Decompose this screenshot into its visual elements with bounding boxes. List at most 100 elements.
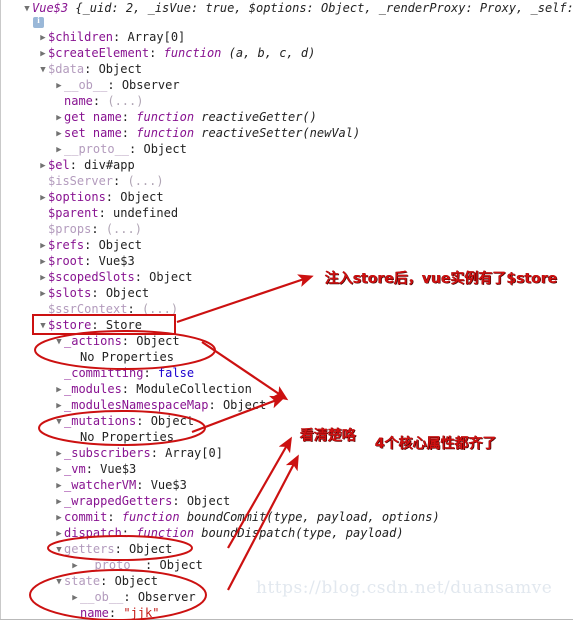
property-row[interactable]: ▶ _watcherVM: Vue$3: [0, 477, 187, 493]
property-row[interactable]: ▶ $createElement: function (a, b, c, d): [0, 45, 315, 61]
property-row[interactable]: ▶ __ob__: Observer: [0, 77, 179, 94]
chevron-right-icon[interactable]: ▶: [70, 590, 80, 606]
property-row[interactable]: ▶ dispatch: function boundDispatch(type, …: [0, 525, 403, 542]
property-separator: :: [98, 206, 114, 220]
property-key: set name: [64, 126, 122, 140]
property-row[interactable]: ▶ _wrappedGetters: Object: [0, 493, 230, 509]
info-icon[interactable]: [33, 15, 44, 28]
property-separator: :: [92, 94, 108, 108]
property-key: $slots: [48, 286, 92, 300]
property-row[interactable]: ▶$parent: undefined: [0, 205, 178, 221]
chevron-down-icon[interactable]: ▼: [38, 62, 48, 78]
chevron-right-icon[interactable]: ▶: [54, 78, 64, 94]
property-row[interactable]: ▶ $options: Object: [0, 189, 164, 206]
property-row[interactable]: ▼ _actions: Object: [0, 333, 179, 350]
object-header-preview: {_uid: 2, _isVue: true, $options: Object…: [68, 1, 573, 15]
chevron-right-icon[interactable]: ▶: [54, 446, 64, 462]
annotation-note-store: 注入store后，vue实例有了$store: [325, 271, 558, 287]
property-row[interactable]: ▶ _modulesNamespaceMap: Object: [0, 397, 266, 413]
property-row[interactable]: ▶$props: (...): [0, 221, 142, 237]
chevron-right-icon[interactable]: ▶: [38, 190, 48, 206]
property-value: (...): [127, 174, 164, 188]
property-value: (...): [105, 222, 142, 236]
property-row[interactable]: ▶ $el: div#app: [0, 157, 134, 174]
property-key: _subscribers: [64, 446, 151, 460]
chevron-right-icon[interactable]: ▶: [54, 110, 64, 126]
chevron-right-icon[interactable]: ▶: [54, 142, 64, 158]
chevron-right-icon[interactable]: ▶: [54, 510, 64, 526]
chevron-right-icon[interactable]: ▶: [54, 478, 64, 494]
property-separator: :: [150, 446, 166, 460]
chevron-down-icon[interactable]: ▼: [54, 542, 64, 558]
property-value: Object: [105, 286, 150, 300]
chevron-right-icon[interactable]: ▶: [54, 126, 64, 142]
property-key: name: [64, 94, 93, 108]
property-row[interactable]: ▶ _modules: ModuleCollection: [0, 381, 252, 397]
chevron-right-icon[interactable]: ▶: [54, 398, 64, 414]
chevron-right-icon[interactable]: ▶: [38, 254, 48, 270]
chevron-right-icon[interactable]: ▶: [54, 494, 64, 510]
property-value: Store: [105, 318, 142, 332]
property-row[interactable]: ▶$isServer: (...): [0, 173, 164, 189]
chevron-right-icon[interactable]: ▶: [38, 270, 48, 286]
property-separator: :: [149, 46, 164, 60]
property-key: __ob__: [80, 590, 124, 604]
property-row[interactable]: ▶ _vm: Vue$3: [0, 461, 136, 477]
property-row[interactable]: ▶ __proto__: Object: [0, 141, 187, 157]
property-value: Observer: [137, 590, 196, 604]
object-header-name: Vue$3: [32, 1, 69, 15]
property-row[interactable]: ▶ $scopedSlots: Object: [0, 269, 193, 286]
property-key: __proto__: [64, 142, 130, 156]
chevron-right-icon[interactable]: ▶: [38, 30, 48, 46]
chevron-down-icon[interactable]: ▼: [38, 318, 48, 334]
property-key: $props: [48, 222, 92, 236]
property-key: getters: [64, 542, 115, 556]
property-key: get name: [64, 110, 122, 124]
chevron-down-icon[interactable]: ▼: [22, 1, 32, 17]
property-separator: :: [172, 494, 187, 508]
property-row[interactable]: ▶ $root: Vue$3: [0, 253, 134, 270]
chevron-right-icon[interactable]: ▶: [54, 526, 64, 542]
property-row[interactable]: ▶ $children: Array[0]: [0, 29, 185, 45]
property-separator: :: [84, 238, 99, 252]
chevron-right-icon[interactable]: ▶: [54, 382, 64, 398]
property-key: dispatch: [64, 526, 122, 540]
chevron-right-icon[interactable]: ▶: [70, 558, 80, 574]
property-row[interactable]: ▶ set name: function reactiveSetter(newVa…: [0, 125, 360, 141]
function-keyword: function: [163, 46, 222, 60]
property-row[interactable]: ▶$ssrContext: (...): [0, 301, 178, 317]
property-row[interactable]: ▼ state: Object: [0, 573, 158, 589]
watermark: https://blog.csdn.net/duansamve: [256, 578, 553, 598]
property-separator: :: [108, 606, 124, 620]
property-row[interactable]: ▶ _subscribers: Array[0]: [0, 445, 223, 461]
property-row[interactable]: ▶ __proto__: Object: [0, 557, 203, 573]
property-value: Object: [120, 190, 164, 204]
property-row[interactable]: ▶ $slots: Object: [0, 285, 149, 301]
property-row[interactable]: ▼ getters: Object: [0, 541, 172, 557]
property-separator: :: [107, 78, 122, 92]
property-row[interactable]: ▶name: (...): [0, 93, 143, 109]
property-row[interactable]: ▶No Properties: [0, 429, 174, 445]
chevron-right-icon[interactable]: ▶: [38, 158, 48, 174]
property-row[interactable]: ▼ _mutations: Object: [0, 413, 194, 429]
property-row[interactable]: ▼ $data: Object: [0, 61, 142, 77]
chevron-right-icon[interactable]: ▶: [54, 462, 64, 478]
property-row[interactable]: ▶ get name: function reactiveGetter(): [0, 109, 317, 125]
property-row[interactable]: ▶No Properties: [0, 349, 174, 365]
property-row[interactable]: ▶ commit: function boundCommit(type, payl…: [0, 509, 439, 526]
property-row[interactable]: ▶ __ob__: Observer: [0, 589, 196, 606]
chevron-down-icon[interactable]: ▼: [54, 574, 64, 590]
chevron-down-icon[interactable]: ▼: [54, 334, 64, 350]
property-value: Object: [149, 270, 193, 284]
property-value: Vue$3: [150, 478, 187, 492]
property-row[interactable]: ▼ $store: Store: [0, 317, 142, 333]
property-row[interactable]: ▶ $refs: Object: [0, 237, 142, 253]
property-value: Object: [150, 414, 195, 428]
object-header-row[interactable]: ▼ Vue$3 {_uid: 2, _isVue: true, $options:…: [0, 0, 573, 16]
chevron-right-icon[interactable]: ▶: [38, 286, 48, 302]
property-row[interactable]: ▶_committing: false: [0, 365, 194, 381]
chevron-down-icon[interactable]: ▼: [54, 414, 64, 430]
property-row[interactable]: ▶name: "jjk": [0, 605, 159, 621]
chevron-right-icon[interactable]: ▶: [38, 46, 48, 62]
chevron-right-icon[interactable]: ▶: [38, 238, 48, 254]
